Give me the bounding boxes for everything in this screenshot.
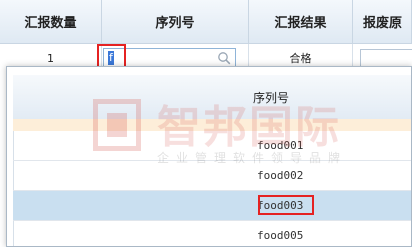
- list-item[interactable]: food005: [13, 221, 411, 246]
- header-scrap-reason: 报废原: [353, 0, 412, 44]
- option-label: food005: [257, 229, 304, 242]
- watermark-logo-icon: [93, 99, 141, 151]
- header-serial: 序列号: [102, 0, 249, 44]
- serial-dropdown-list: 序列号 food001 food002 food003 food005 智邦国际…: [13, 75, 411, 246]
- selected-option-highlight: [258, 195, 314, 215]
- search-icon[interactable]: [217, 51, 231, 65]
- serial-dropdown: 序列号 food001 food002 food003 food005 智邦国际…: [6, 66, 412, 247]
- list-item-selected[interactable]: food003: [13, 191, 411, 221]
- header-quantity: 汇报数量: [0, 0, 102, 44]
- option-label: food002: [257, 169, 304, 182]
- watermark-title: 智邦国际: [157, 102, 341, 153]
- watermark-subtitle: 企业管理软件领导品牌: [157, 151, 348, 165]
- header-result: 汇报结果: [249, 0, 353, 44]
